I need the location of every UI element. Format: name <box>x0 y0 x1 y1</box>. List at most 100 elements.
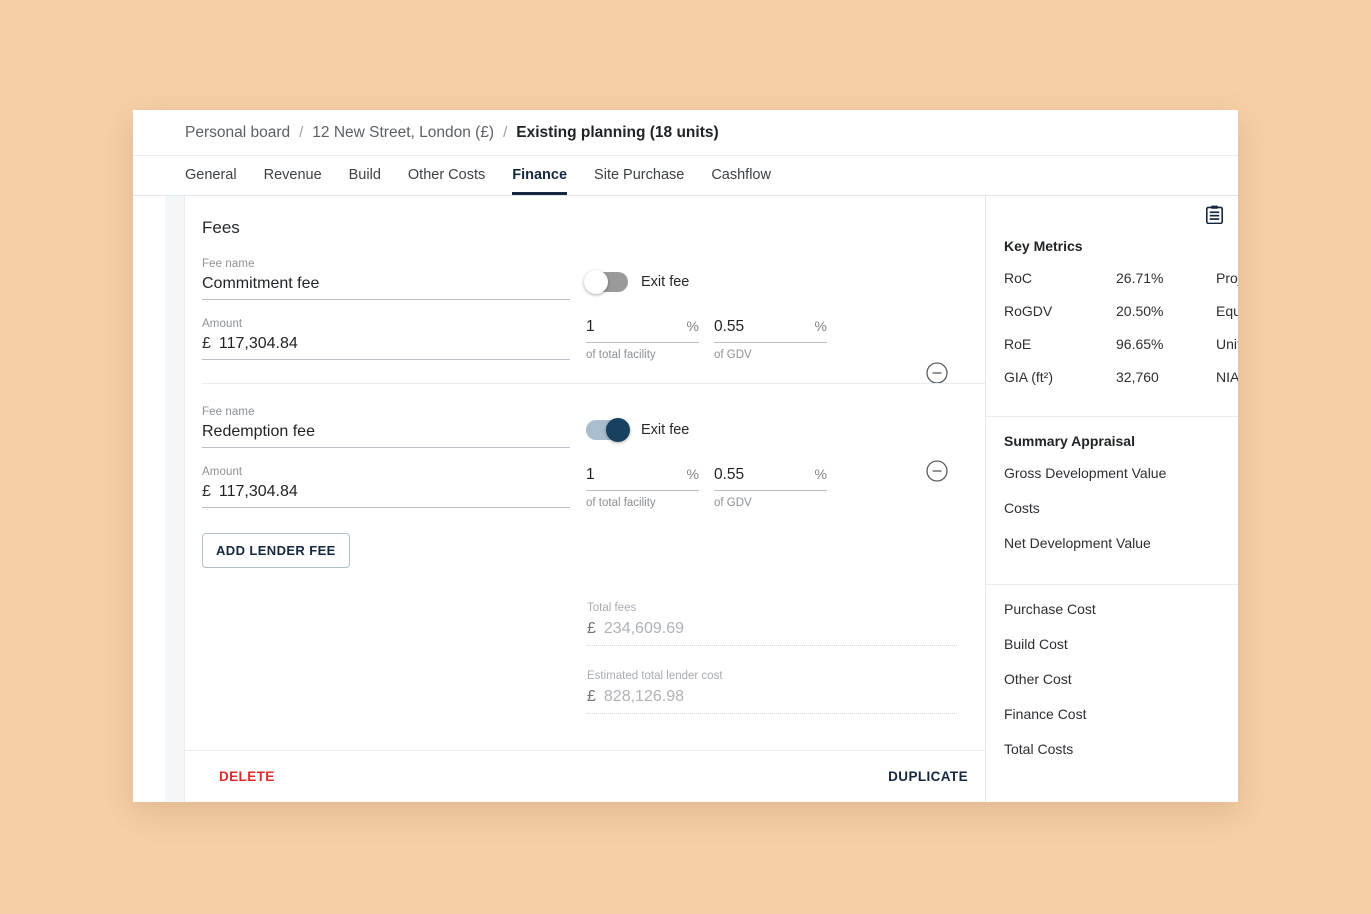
pct-facility-value: 1 <box>586 466 595 483</box>
cost-item-purchase: Purchase Cost <box>1004 601 1096 617</box>
tab-other-costs[interactable]: Other Costs <box>408 167 485 195</box>
pct-facility-caption: of total facility <box>586 349 656 361</box>
section-title-fees: Fees <box>202 218 240 237</box>
metric-label-secondary: Units <box>1216 336 1238 352</box>
left-gutter-strip <box>165 196 185 802</box>
pct-facility-input[interactable]: 1 % <box>586 466 699 491</box>
metric-label: RoE <box>1004 336 1032 352</box>
fee-name-label: Fee name <box>202 406 255 418</box>
metric-value: 96.65% <box>1116 336 1164 352</box>
metric-row-gia: GIA (ft²) 32,760 NIA ( <box>1004 369 1238 385</box>
percent-symbol: % <box>686 318 699 334</box>
summary-item-costs: Costs <box>1004 500 1040 516</box>
tab-bar: General Revenue Build Other Costs Financ… <box>133 156 1238 196</box>
fees-scroll-area: Fees Fee name Commitment fee Exit fee Am… <box>185 196 985 750</box>
tab-cashflow[interactable]: Cashflow <box>711 167 771 195</box>
metric-row-rogdv: RoGDV 20.50% Equit <box>1004 303 1238 319</box>
pct-gdv-caption: of GDV <box>714 497 752 509</box>
breadcrumb-separator: / <box>503 124 508 141</box>
pct-gdv-field: 0.55 % of GDV <box>714 466 827 509</box>
metric-value: 32,760 <box>1116 369 1159 385</box>
metric-label-secondary: Proje <box>1216 270 1238 286</box>
amount-input[interactable]: £117,304.84 <box>202 335 570 360</box>
estimated-total-lender-cost-number: 828,126.98 <box>603 688 684 705</box>
total-fees-label: Total fees <box>587 602 637 614</box>
summary-item-ndv: Net Development Value <box>1004 535 1151 551</box>
currency-symbol: £ <box>587 620 596 637</box>
metric-row-roc: RoC 26.71% Proje <box>1004 270 1238 286</box>
amount-value: 117,304.84 <box>218 335 298 352</box>
amount-value: 117,304.84 <box>218 483 298 500</box>
tab-finance[interactable]: Finance <box>512 167 568 195</box>
cost-item-other: Other Cost <box>1004 671 1072 687</box>
fee-name-label: Fee name <box>202 258 255 270</box>
metric-label: GIA (ft²) <box>1004 369 1053 385</box>
amount-label: Amount <box>202 318 243 330</box>
exit-fee-label: Exit fee <box>641 274 690 290</box>
total-fees-number: 234,609.69 <box>603 620 684 637</box>
app-body: Fees Fee name Commitment fee Exit fee Am… <box>133 196 1238 802</box>
amount-input[interactable]: £117,304.84 <box>202 483 570 508</box>
summary-side-panel: Key Metrics RoC 26.71% Proje RoGDV 20.50… <box>986 196 1238 802</box>
currency-symbol: £ <box>587 688 596 705</box>
pct-gdv-value: 0.55 <box>714 318 745 335</box>
action-bar: DELETE DUPLICATE <box>185 750 985 802</box>
pct-gdv-caption: of GDV <box>714 349 752 361</box>
clipboard-icon[interactable] <box>1206 205 1223 229</box>
side-panel-toolbar <box>986 196 1238 238</box>
cost-item-build: Build Cost <box>1004 636 1068 652</box>
add-lender-fee-button[interactable]: ADD LENDER FEE <box>202 533 350 568</box>
fee-row: Fee name Commitment fee Exit fee Amount … <box>202 258 985 385</box>
metric-label-secondary: NIA ( <box>1216 369 1238 385</box>
breadcrumb-item-project[interactable]: 12 New Street, London (£) <box>312 124 494 142</box>
breadcrumb-item-current: Existing planning (18 units) <box>516 123 719 141</box>
metric-value: 20.50% <box>1116 303 1164 319</box>
pct-gdv-input[interactable]: 0.55 % <box>714 318 827 343</box>
tab-site-purchase[interactable]: Site Purchase <box>594 167 684 195</box>
breadcrumb-separator: / <box>299 124 304 141</box>
fee-name-input[interactable]: Redemption fee <box>202 423 570 448</box>
pct-facility-caption: of total facility <box>586 497 656 509</box>
exit-fee-toggle[interactable] <box>586 418 630 442</box>
tab-general[interactable]: General <box>185 167 237 195</box>
metric-label: RoC <box>1004 270 1033 286</box>
toggle-knob <box>584 270 608 294</box>
metric-label: RoGDV <box>1004 303 1053 319</box>
metric-row-roe: RoE 96.65% Units <box>1004 336 1238 352</box>
percent-symbol: % <box>814 318 827 334</box>
pct-gdv-field: 0.55 % of GDV <box>714 318 827 361</box>
cost-breakdown-section: Purchase Cost Build Cost Other Cost Fina… <box>986 584 1238 790</box>
percent-symbol: % <box>686 466 699 482</box>
left-margin <box>133 196 165 802</box>
percent-symbol: % <box>814 466 827 482</box>
remove-fee-icon[interactable] <box>925 459 949 483</box>
breadcrumb-item-personal-board[interactable]: Personal board <box>185 124 290 142</box>
duplicate-button[interactable]: DUPLICATE <box>888 769 968 784</box>
currency-symbol: £ <box>202 483 211 500</box>
exit-fee-toggle-group[interactable]: Exit fee <box>584 258 690 294</box>
key-metrics-section: Key Metrics RoC 26.71% Proje RoGDV 20.50… <box>986 238 1238 416</box>
summary-appraisal-section: Summary Appraisal Gross Development Valu… <box>986 416 1238 584</box>
app-window: Personal board / 12 New Street, London (… <box>133 110 1238 802</box>
fee-name-input[interactable]: Commitment fee <box>202 275 570 300</box>
key-metrics-heading: Key Metrics <box>1004 238 1083 254</box>
pct-gdv-value: 0.55 <box>714 466 745 483</box>
exit-fee-toggle-group[interactable]: Exit fee <box>586 406 689 442</box>
metric-label-secondary: Equit <box>1216 303 1238 319</box>
pct-gdv-input[interactable]: 0.55 % <box>714 466 827 491</box>
pct-facility-value: 1 <box>586 318 595 335</box>
total-fees-block: Total fees £234,609.69 <box>587 602 957 646</box>
pct-facility-input[interactable]: 1 % <box>586 318 699 343</box>
estimated-total-lender-cost-block: Estimated total lender cost £828,126.98 <box>587 670 957 714</box>
tab-revenue[interactable]: Revenue <box>264 167 322 195</box>
breadcrumb: Personal board / 12 New Street, London (… <box>133 110 1238 156</box>
cost-item-total: Total Costs <box>1004 741 1074 757</box>
totals-group: Total fees £234,609.69 Estimated total l… <box>587 602 957 714</box>
exit-fee-toggle[interactable] <box>584 270 628 294</box>
delete-button[interactable]: DELETE <box>219 769 275 784</box>
metric-value: 26.71% <box>1116 270 1164 286</box>
tab-build[interactable]: Build <box>349 167 381 195</box>
estimated-total-lender-cost-value: £828,126.98 <box>587 688 957 714</box>
currency-symbol: £ <box>202 335 211 352</box>
remove-fee-icon[interactable] <box>925 361 949 385</box>
